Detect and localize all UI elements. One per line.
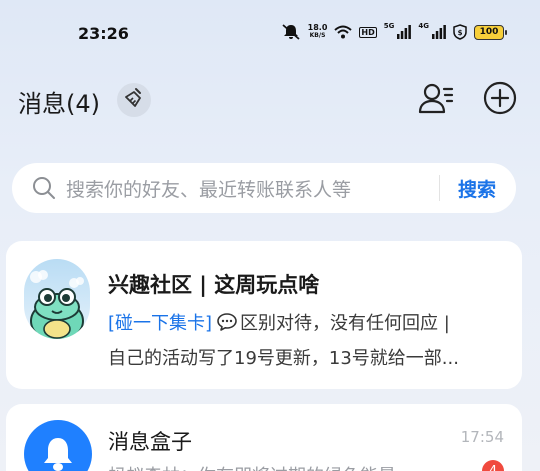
signal-icon [432, 25, 446, 39]
sim1-network-label: 5G [383, 22, 395, 30]
wifi-icon [334, 25, 353, 39]
net-speed-unit: KB/S [309, 32, 326, 39]
hd-badge: HD [359, 26, 377, 38]
inbox-avatar [24, 420, 92, 471]
page-title: 消息(4) [18, 90, 100, 118]
status-icons: 18.0 KB/S HD 5G 4G $ 100 [281, 22, 507, 40]
mute-icon [281, 24, 301, 40]
message-title: 兴趣社区 | 这周玩点啥 [108, 273, 320, 297]
add-button[interactable] [482, 81, 518, 119]
message-title: 消息盒子 [108, 430, 192, 454]
plus-circle-icon [483, 81, 517, 119]
message-tag: [碰一下集卡] [108, 313, 213, 334]
vpn-shield-icon: $ [453, 24, 467, 40]
signal-icon [397, 25, 412, 39]
net-speed-value: 18.0 [307, 23, 328, 32]
svg-text:$: $ [458, 29, 463, 37]
battery-icon: 100 [474, 24, 507, 40]
search-icon [32, 175, 58, 201]
search-bar[interactable]: 搜索你的好友、最近转账联系人等 搜索 [12, 163, 516, 213]
contacts-icon [418, 82, 454, 118]
sim2-network-label: 4G [418, 22, 429, 30]
search-button[interactable]: 搜索 [458, 175, 496, 202]
chat-bubble-icon [216, 312, 238, 332]
clear-unread-button[interactable] [117, 83, 151, 117]
status-bar: 23:26 18.0 KB/S HD 5G 4G $ 100 [0, 0, 540, 68]
message-preview: 蚂蚁森林：你有即将过期的绿色能量 [108, 462, 504, 471]
message-preview-line-1: [碰一下集卡] 区别对待，没有任何回应 | [108, 309, 504, 335]
message-preview-text: 区别对待，没有任何回应 | [240, 313, 450, 334]
message-item-community[interactable]: 兴趣社区 | 这周玩点啥 [碰一下集卡] 区别对待，没有任何回应 | 自己的活动… [6, 241, 522, 389]
message-time: 17:54 [460, 428, 504, 446]
broom-icon [123, 87, 145, 113]
net-speed: 18.0 KB/S [308, 24, 328, 40]
frog-avatar [24, 259, 90, 339]
message-preview-line-2: 自己的活动写了19号更新，13号就给一部... [108, 348, 459, 369]
bell-icon [41, 436, 75, 471]
page-header: 消息(4) [0, 78, 540, 122]
search-divider [438, 175, 440, 201]
search-input[interactable]: 搜索你的好友、最近转账联系人等 [66, 175, 439, 202]
message-item-inbox[interactable]: 消息盒子 17:54 蚂蚁森林：你有即将过期的绿色能量 4 [6, 404, 522, 471]
contacts-button[interactable] [416, 80, 456, 120]
status-time: 23:26 [78, 24, 129, 43]
